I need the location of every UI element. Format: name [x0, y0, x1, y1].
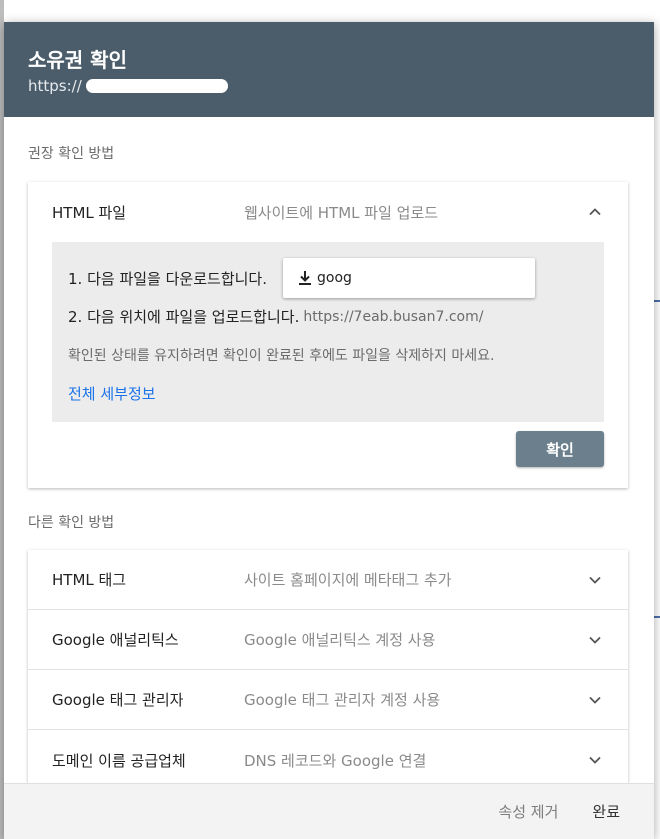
other-section-label: 다른 확인 방법	[28, 515, 115, 531]
step-upload: 2. 다음 위치에 파일을 업로드합니다. https://7eab.busan…	[68, 306, 588, 327]
method-row-html-tag[interactable]: HTML 태그 사이트 홈페이지에 메타태그 추가	[28, 550, 628, 610]
download-file-label: goog	[317, 270, 352, 286]
chevron-down-icon[interactable]	[586, 751, 604, 769]
chevron-down-icon[interactable]	[586, 571, 604, 589]
background-line	[654, 616, 660, 618]
method-description: Google 태그 관리자 계정 사용	[244, 691, 441, 709]
ownership-dialog: 소유권 확인 https:// 권장 확인 방법 HTML 파일 웹사이트에 H…	[4, 22, 654, 839]
page: 소유권 확인 https:// 권장 확인 방법 HTML 파일 웹사이트에 H…	[0, 0, 660, 839]
dialog-title: 소유권 확인	[28, 48, 127, 72]
html-file-instructions: 1. 다음 파일을 다운로드합니다. goog 2. 다음 위치에 파일을 업로…	[52, 242, 604, 422]
chevron-up-icon[interactable]	[586, 203, 604, 221]
method-row-google-analytics[interactable]: Google 애널리틱스 Google 애널리틱스 계정 사용	[28, 610, 628, 670]
method-name: Google 태그 관리자	[52, 691, 184, 709]
method-description: 사이트 홈페이지에 메타태그 추가	[244, 571, 452, 589]
method-name: HTML 태그	[52, 571, 127, 589]
method-row-html-file[interactable]: HTML 파일 웹사이트에 HTML 파일 업로드	[28, 182, 628, 242]
remove-property-button[interactable]: 속성 제거	[498, 801, 558, 822]
method-name: 도메인 이름 공급업체	[52, 751, 186, 770]
recommended-section-label: 권장 확인 방법	[28, 146, 115, 162]
recommended-method-card: HTML 파일 웹사이트에 HTML 파일 업로드 1. 다음 파일을 다운로드…	[28, 182, 628, 488]
confirm-area: 확인	[28, 422, 628, 488]
method-name: Google 애널리틱스	[52, 631, 179, 649]
step-download: 1. 다음 파일을 다운로드합니다. goog	[68, 258, 588, 298]
property-url-prefix: https://	[28, 77, 82, 95]
property-url: https://	[28, 77, 630, 95]
confirm-button[interactable]: 확인	[516, 431, 604, 467]
method-description: DNS 레코드와 Google 연결	[244, 751, 427, 770]
step-upload-text: 2. 다음 위치에 파일을 업로드합니다.	[68, 308, 300, 326]
background-line	[654, 300, 660, 302]
done-button[interactable]: 완료	[592, 801, 620, 822]
redaction-mark	[353, 272, 522, 284]
method-description: Google 애널리틱스 계정 사용	[244, 631, 436, 649]
dialog-body: 권장 확인 방법 HTML 파일 웹사이트에 HTML 파일 업로드 1. 다음…	[4, 117, 654, 783]
download-icon	[299, 271, 311, 285]
upload-url: https://7eab.busan7.com/	[303, 308, 484, 325]
method-row-domain-provider[interactable]: 도메인 이름 공급업체 DNS 레코드와 Google 연결	[28, 730, 628, 783]
dialog-footer: 속성 제거 완료	[4, 783, 654, 839]
dialog-header: 소유권 확인 https://	[4, 22, 654, 117]
chevron-down-icon[interactable]	[586, 691, 604, 709]
download-file-button[interactable]: goog	[283, 258, 535, 298]
method-name: HTML 파일	[52, 203, 127, 222]
chevron-down-icon[interactable]	[586, 631, 604, 649]
full-details-link[interactable]: 전체 세부정보	[68, 383, 588, 404]
keep-file-note: 확인된 상태를 유지하려면 확인이 완료된 후에도 파일을 삭제하지 마세요.	[68, 348, 495, 364]
method-row-google-tag-manager[interactable]: Google 태그 관리자 Google 태그 관리자 계정 사용	[28, 670, 628, 730]
redaction-mark	[85, 79, 228, 93]
step-download-text: 1. 다음 파일을 다운로드합니다.	[68, 269, 267, 288]
method-description: 웹사이트에 HTML 파일 업로드	[244, 203, 439, 222]
other-methods-card: HTML 태그 사이트 홈페이지에 메타태그 추가 Google 애널리틱스 G…	[28, 550, 628, 783]
